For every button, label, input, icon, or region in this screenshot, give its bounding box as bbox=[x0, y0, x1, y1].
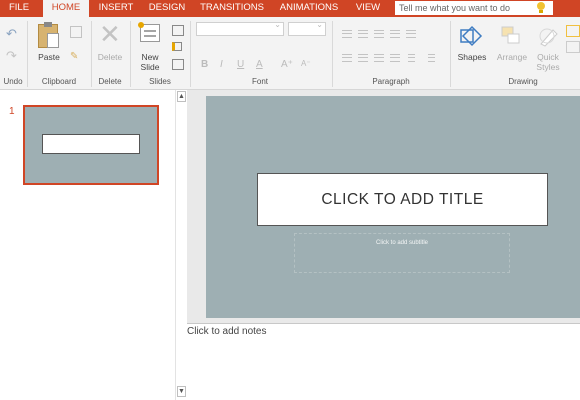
redo-icon[interactable]: ↷ bbox=[6, 48, 17, 64]
paste-icon[interactable] bbox=[38, 22, 59, 48]
delete-x-icon[interactable]: ✕ bbox=[99, 20, 121, 48]
decrease-indent-icon[interactable] bbox=[374, 30, 384, 38]
slide-thumbnail-1[interactable] bbox=[23, 105, 159, 185]
scroll-up-icon[interactable]: ▲ bbox=[177, 91, 186, 102]
ltr-icon[interactable] bbox=[408, 54, 415, 62]
shapes-icon[interactable] bbox=[459, 24, 483, 48]
notes-placeholder[interactable]: Click to add notes bbox=[187, 326, 267, 337]
ribbon-tab-bar: FILE HOME INSERT DESIGN TRANSITIONS ANIM… bbox=[0, 0, 580, 17]
shape-fill-icon[interactable] bbox=[566, 25, 580, 37]
arrange-button[interactable]: Arrange bbox=[494, 52, 530, 62]
delete-button[interactable]: Delete bbox=[94, 52, 126, 62]
group-label-paragraph: Paragraph bbox=[372, 77, 410, 86]
arrange-icon[interactable] bbox=[499, 24, 523, 48]
align-left-icon[interactable] bbox=[342, 54, 352, 62]
notes-divider[interactable] bbox=[187, 323, 580, 324]
undo-icon[interactable]: ↶ bbox=[6, 26, 17, 42]
paste-button[interactable]: Paste bbox=[34, 52, 64, 62]
group-divider bbox=[450, 21, 451, 87]
font-family-select[interactable] bbox=[196, 20, 284, 36]
grow-font-button[interactable]: A⁺ bbox=[281, 59, 293, 70]
group-label-clipboard: Clipboard bbox=[41, 77, 77, 86]
section-icon[interactable] bbox=[172, 59, 184, 70]
shape-outline-icon[interactable] bbox=[566, 41, 580, 53]
tell-me-search-input[interactable]: Tell me what you want to do bbox=[395, 1, 553, 15]
group-label-slides: Slides bbox=[149, 77, 171, 86]
shapes-button[interactable]: Shapes bbox=[454, 52, 490, 62]
bold-button[interactable]: B bbox=[201, 59, 208, 70]
new-slide-icon[interactable] bbox=[138, 22, 160, 42]
quick-styles-button[interactable]: Quick Styles bbox=[530, 52, 566, 72]
bullets-icon[interactable] bbox=[342, 30, 352, 38]
group-label-delete: Delete bbox=[98, 77, 122, 86]
format-painter-icon[interactable]: ✎ bbox=[70, 51, 78, 62]
copy-icon[interactable] bbox=[70, 26, 82, 38]
align-center-icon[interactable] bbox=[358, 54, 368, 62]
new-slide-button[interactable]: New Slide bbox=[134, 52, 166, 72]
group-label-undo: Undo bbox=[3, 77, 23, 86]
font-size-select[interactable] bbox=[288, 20, 326, 36]
justify-icon[interactable] bbox=[390, 54, 400, 62]
underline-button[interactable]: U bbox=[237, 59, 244, 70]
tab-home[interactable]: HOME bbox=[43, 0, 89, 17]
numbering-icon[interactable] bbox=[358, 30, 368, 38]
increase-indent-icon[interactable] bbox=[390, 30, 400, 38]
reset-slide-icon[interactable] bbox=[172, 42, 182, 51]
font-color-button[interactable]: A bbox=[256, 59, 263, 70]
tab-design[interactable]: DESIGN bbox=[143, 0, 191, 17]
thumbnail-scrollbar[interactable]: ▲ ▼ bbox=[175, 90, 187, 400]
group-label-font: Font bbox=[251, 77, 268, 86]
tab-view[interactable]: VIEW bbox=[349, 0, 387, 17]
text-direction-icon[interactable] bbox=[406, 30, 416, 38]
scroll-down-icon[interactable]: ▼ bbox=[177, 386, 186, 397]
subtitle-placeholder[interactable]: Click to add subtitle bbox=[294, 233, 510, 273]
tab-animations[interactable]: ANIMATIONS bbox=[274, 0, 344, 17]
rtl-icon[interactable] bbox=[428, 54, 435, 62]
tab-insert[interactable]: INSERT bbox=[92, 0, 140, 17]
current-slide[interactable]: CLICK TO ADD TITLE Click to add subtitle bbox=[206, 96, 580, 318]
thumbnail-title-placeholder bbox=[42, 134, 140, 154]
align-right-icon[interactable] bbox=[374, 54, 384, 62]
shrink-font-button[interactable]: A⁻ bbox=[301, 59, 311, 68]
title-placeholder[interactable]: CLICK TO ADD TITLE bbox=[257, 173, 548, 226]
quick-styles-icon[interactable] bbox=[537, 24, 561, 48]
layout-icon[interactable] bbox=[172, 25, 184, 36]
slide-number: 1 bbox=[9, 106, 15, 117]
tab-transitions[interactable]: TRANSITIONS bbox=[196, 0, 268, 17]
italic-button[interactable]: I bbox=[220, 59, 223, 70]
lightbulb-icon[interactable] bbox=[537, 2, 545, 13]
group-label-drawing: Drawing bbox=[508, 77, 538, 86]
ribbon-home: ↶ ↷ Undo Paste ✎ Clipboard ✕ Delete Dele… bbox=[0, 17, 580, 90]
tab-file[interactable]: FILE bbox=[0, 0, 38, 17]
